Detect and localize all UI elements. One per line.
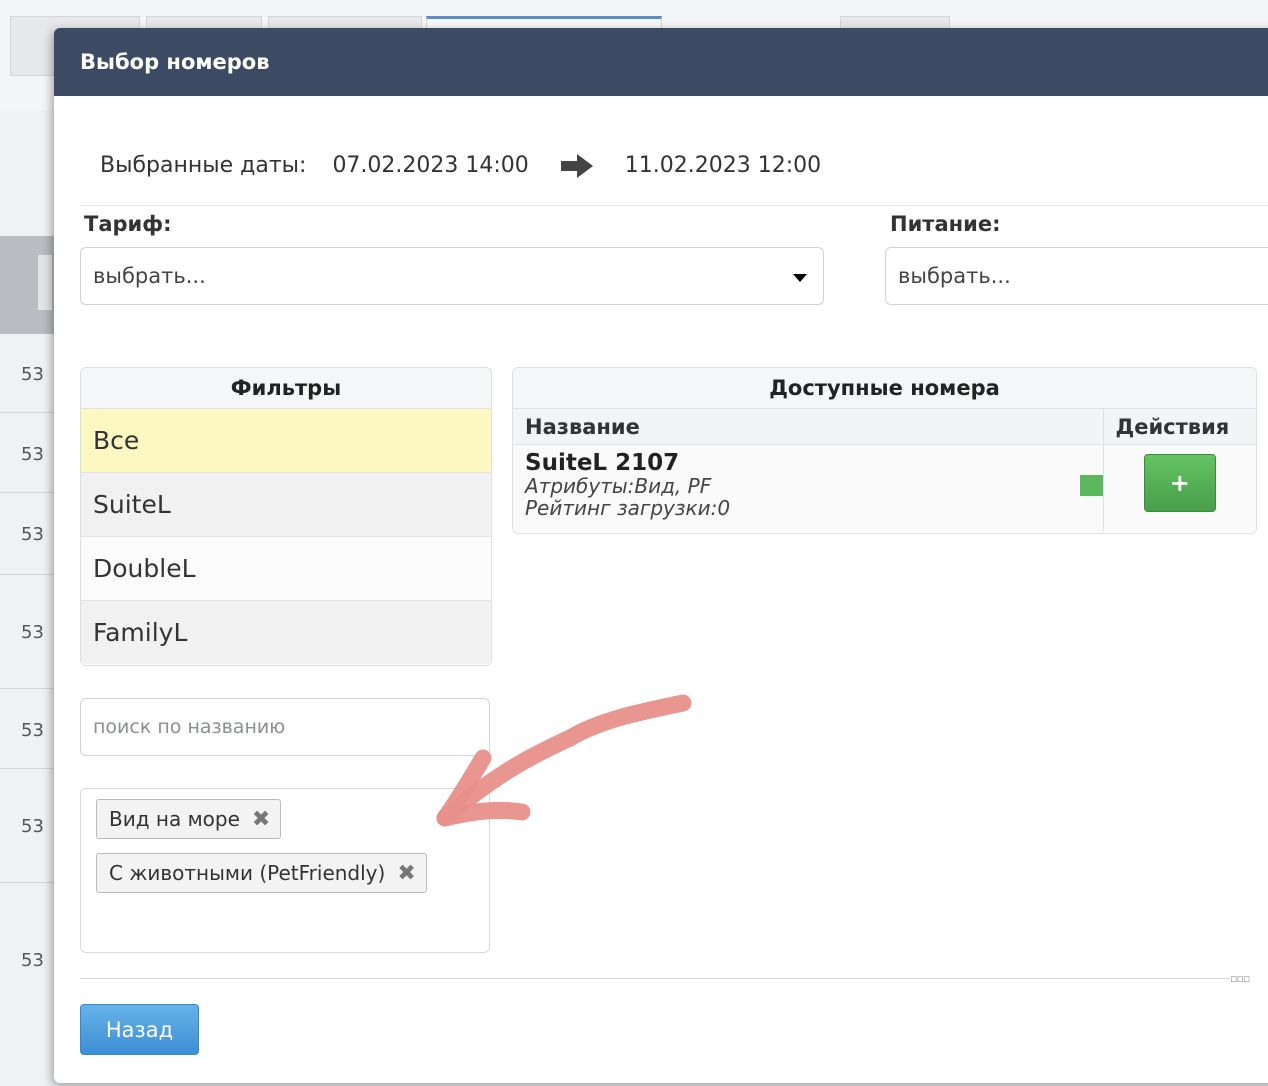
remove-tag-icon[interactable]: ✖ <box>397 861 415 886</box>
background-row-divider <box>0 768 60 769</box>
room-selection-modal: Выбор номеров Выбранные даты: 07.02.2023… <box>54 28 1268 1083</box>
background-row-number: 53 <box>21 524 44 545</box>
filter-item-suitel[interactable]: SuiteL <box>81 472 491 536</box>
room-actions-cell: + <box>1102 444 1256 531</box>
footer-divider <box>80 978 1230 979</box>
search-input[interactable] <box>80 698 490 756</box>
caret-down-icon <box>793 274 807 282</box>
background-row-number: 53 <box>21 950 44 971</box>
tag-pet-friendly: С животными (PetFriendly) ✖ <box>96 853 427 893</box>
tariff-label: Тариф: <box>84 212 172 236</box>
column-header-name[interactable]: Название <box>513 408 1103 445</box>
tag-label: Вид на море <box>109 807 240 831</box>
arrow-right-icon <box>560 153 593 178</box>
background-row-divider <box>0 688 60 689</box>
filter-item-doublel[interactable]: DoubleL <box>81 536 491 600</box>
room-load-rating: Рейтинг загрузки:0 <box>525 496 731 520</box>
background-row-divider <box>0 574 60 575</box>
background-row-number: 53 <box>21 622 44 643</box>
filters-title: Фильтры <box>81 368 491 408</box>
meal-select-value: выбрать... <box>898 264 1011 288</box>
filter-item-all[interactable]: Все <box>81 408 491 472</box>
column-header-actions: Действия <box>1102 408 1256 445</box>
selected-dates-row: Выбранные даты: 07.02.2023 14:00 11.02.2… <box>80 126 1268 206</box>
tariff-select[interactable]: выбрать... <box>80 247 824 305</box>
table-row[interactable]: SuiteL 2107 Атрибуты:Вид, PF Рейтинг заг… <box>513 444 1256 531</box>
back-button[interactable]: Назад <box>80 1004 199 1055</box>
filter-item-familyl[interactable]: FamilyL <box>81 600 491 664</box>
room-status-indicator <box>1079 475 1103 496</box>
background-header-control <box>38 255 52 310</box>
background-row-divider <box>0 882 60 883</box>
meal-label: Питание: <box>890 212 1001 236</box>
background-row-divider <box>0 492 60 493</box>
background-row-number: 53 <box>21 720 44 741</box>
resize-handle-icon[interactable]: ▫▫▫ <box>1230 972 1268 985</box>
room-name: SuiteL 2107 <box>525 450 680 476</box>
meal-select[interactable]: выбрать... <box>885 247 1268 305</box>
background-row-divider <box>0 412 60 413</box>
add-room-button[interactable]: + <box>1143 454 1216 512</box>
available-rooms-title: Доступные номера <box>513 368 1256 408</box>
modal-header[interactable]: Выбор номеров <box>54 28 1268 96</box>
room-name-cell: SuiteL 2107 Атрибуты:Вид, PF Рейтинг заг… <box>513 444 1103 531</box>
tag-sea-view: Вид на море ✖ <box>96 799 282 839</box>
date-to: 11.02.2023 12:00 <box>624 153 822 178</box>
tag-label: С животными (PetFriendly) <box>109 861 386 885</box>
remove-tag-icon[interactable]: ✖ <box>252 807 270 832</box>
tariff-select-value: выбрать... <box>93 264 206 288</box>
room-attributes: Атрибуты:Вид, PF <box>525 474 712 498</box>
available-rooms-panel: Доступные номера Название Действия Suite… <box>512 367 1257 534</box>
background-row-number: 53 <box>21 444 44 465</box>
background-row-number: 53 <box>21 364 44 385</box>
filters-panel: Фильтры Все SuiteL DoubleL FamilyL <box>80 367 492 666</box>
modal-title: Выбор номеров <box>80 50 270 74</box>
rooms-table: Название Действия SuiteL 2107 Атрибуты:В… <box>513 408 1256 531</box>
date-from: 07.02.2023 14:00 <box>332 153 529 178</box>
rooms-table-header: Название Действия <box>513 408 1256 445</box>
dates-label: Выбранные даты: <box>100 153 307 178</box>
attribute-tag-box[interactable]: Вид на море ✖ С животными (PetFriendly) … <box>80 788 490 953</box>
background-row-number: 53 <box>21 816 44 837</box>
